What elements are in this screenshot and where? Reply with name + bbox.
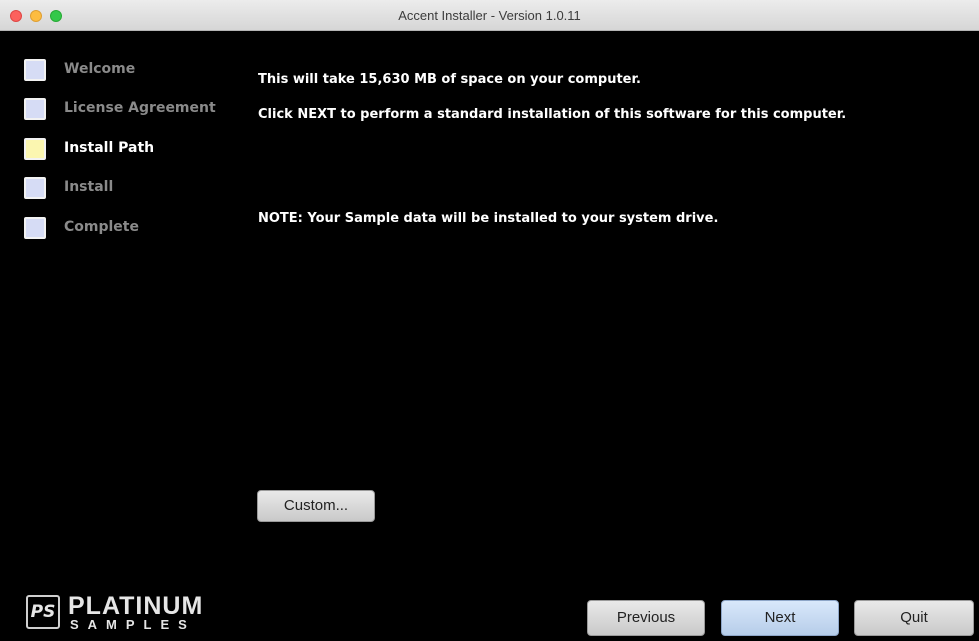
- step-label: Welcome: [64, 61, 136, 77]
- step-checkbox-icon: [24, 98, 46, 120]
- logo-mark-icon: PS: [26, 595, 60, 629]
- step-checkbox-icon: [24, 177, 46, 199]
- standard-install-message: Click NEXT to perform a standard install…: [258, 107, 847, 122]
- step-checkbox-icon: [24, 217, 46, 239]
- window-title: Accent Installer - Version 1.0.11: [398, 8, 581, 23]
- logo-subtitle: SAMPLES: [70, 617, 196, 632]
- space-required-message: This will take 15,630 MB of space on you…: [258, 72, 641, 87]
- quit-button[interactable]: Quit: [854, 600, 974, 636]
- step-label: Install Path: [64, 140, 155, 156]
- previous-button[interactable]: Previous: [587, 600, 705, 636]
- step-label: License Agreement: [64, 100, 216, 116]
- installer-steps-sidebar: Welcome License Agreement Install Path I…: [0, 31, 240, 591]
- step-label: Install: [64, 179, 114, 195]
- sample-data-note: NOTE: Your Sample data will be installed…: [258, 211, 719, 226]
- custom-button[interactable]: Custom...: [257, 490, 375, 522]
- step-checkbox-icon: [24, 59, 46, 81]
- step-label: Complete: [64, 219, 139, 235]
- platinum-samples-logo: PS PLATINUM SAMPLES: [26, 592, 226, 633]
- next-button[interactable]: Next: [721, 600, 839, 636]
- step-checkbox-icon: [24, 138, 46, 160]
- title-bar: Accent Installer - Version 1.0.11: [0, 0, 979, 31]
